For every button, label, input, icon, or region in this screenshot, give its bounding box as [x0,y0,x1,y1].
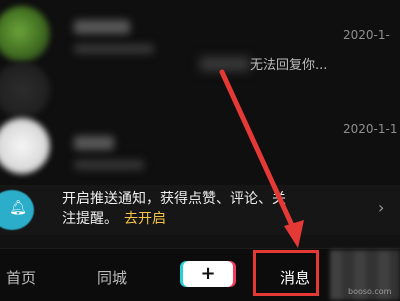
annotation-arrow [219,69,304,248]
